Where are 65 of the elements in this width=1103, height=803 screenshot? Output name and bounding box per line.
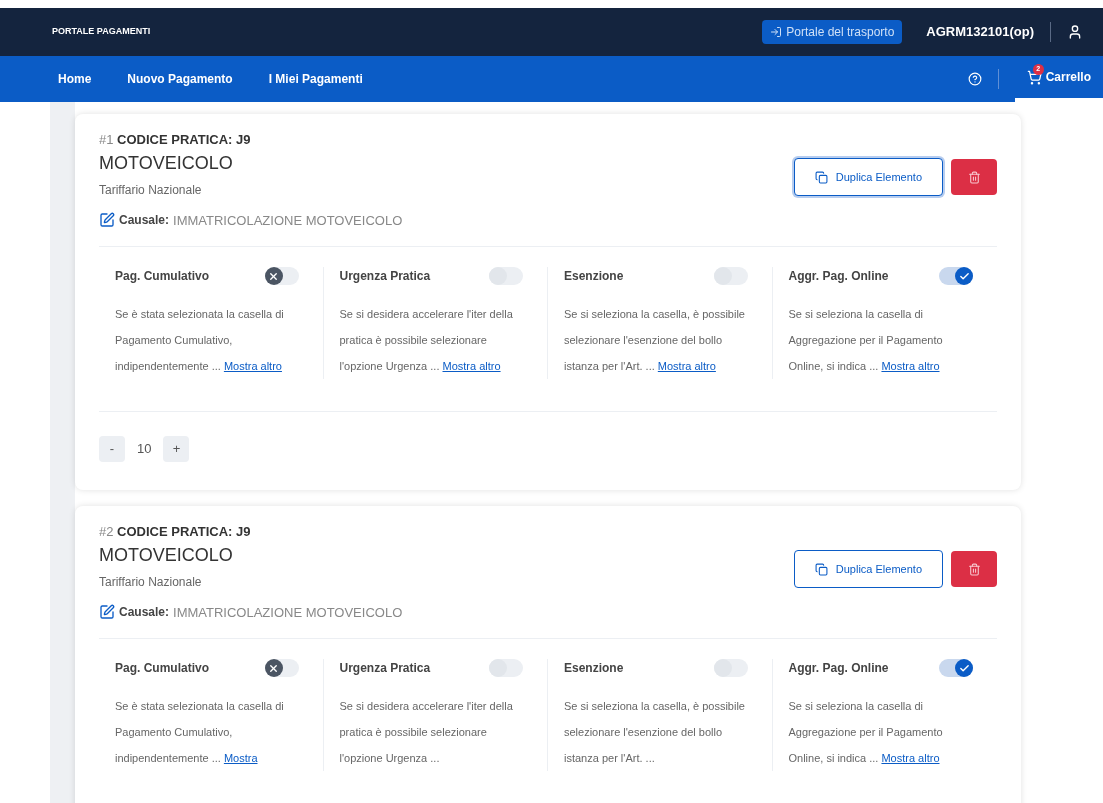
show-more-link[interactable]: Mostra altro xyxy=(657,360,716,372)
option-title: Esenzione xyxy=(564,660,624,677)
duplicate-button[interactable]: Duplica Elemento xyxy=(793,550,943,588)
toggle-switch[interactable] xyxy=(713,659,748,677)
option-description: Se si desidera accelerare l'iter della pratica è possibile selezionare l'opzione Urgenza ... Mostra altro xyxy=(339,307,514,374)
copy-icon xyxy=(814,562,828,576)
option-description: Se è stata selezionata la casella di Pagamento Cumulativo, indipendentemente ... Mostra altro xyxy=(115,307,285,374)
toggle-switch[interactable] xyxy=(264,659,299,677)
toggle-switch[interactable] xyxy=(939,267,973,285)
user-code: AGRM132101(op) xyxy=(926,23,1034,42)
edit-icon[interactable] xyxy=(99,212,115,229)
practice-code: #2 CODICE PRATICA: J9 xyxy=(99,523,252,541)
quantity-value: 10 xyxy=(136,440,153,459)
edit-icon[interactable] xyxy=(99,604,115,621)
vehicle-title: MOTOVEICOLO xyxy=(99,543,234,567)
option-title: Urgenza Pratica xyxy=(339,660,431,677)
tariff-label: Tariffario Nazionale xyxy=(99,181,203,199)
vehicle-title: MOTOVEICOLO xyxy=(99,151,234,175)
help-icon[interactable] xyxy=(967,72,982,86)
delete-button[interactable] xyxy=(951,159,997,195)
causale-value: IMMATRICOLAZIONE MOTOVEICOLO xyxy=(173,603,403,622)
option-description: Se si seleziona la casella, è possibile selezionare l'esenzione del bollo istanza per l'Art. ... xyxy=(564,699,746,766)
toggle-switch[interactable] xyxy=(713,267,748,285)
x-icon xyxy=(268,662,279,674)
trash-icon xyxy=(967,562,981,576)
transport-portal-button[interactable]: Portale del trasporto xyxy=(762,20,903,44)
causale-label: Causale: xyxy=(119,604,170,622)
user-icon[interactable] xyxy=(1067,24,1083,40)
option-description: Se si desidera accelerare l'iter della pratica è possibile selezionare l'opzione Urgenza ... xyxy=(339,699,514,766)
toggle-switch[interactable] xyxy=(489,659,523,677)
nav-link[interactable]: Home xyxy=(58,70,92,88)
option-title: Urgenza Pratica xyxy=(339,268,431,285)
option-description: Se si seleziona la casella di Aggregazione per il Pagamento Online, si indica ... Mostra altro xyxy=(788,699,944,766)
tariff-label: Tariffario Nazionale xyxy=(99,573,203,591)
decrement-button[interactable]: - xyxy=(99,436,125,462)
show-more-link[interactable]: Mostra altro xyxy=(223,360,282,372)
x-icon xyxy=(268,270,279,282)
option-description: Se si seleziona la casella di Aggregazione per il Pagamento Online, si indica ... Mostra altro xyxy=(788,307,944,374)
option-title: Aggr. Pag. Online xyxy=(788,268,889,285)
cart-icon xyxy=(1026,69,1042,85)
practice-code: #1 CODICE PRATICA: J9 xyxy=(99,131,252,149)
option-description: Se si seleziona la casella, è possibile selezionare l'esenzione del bollo istanza per l'Art. ... Mostra altro xyxy=(564,307,746,374)
show-more-link[interactable]: Mostra xyxy=(223,752,258,764)
show-more-link[interactable]: Mostra altro xyxy=(881,360,940,372)
trash-icon xyxy=(967,170,981,184)
increment-button[interactable]: + xyxy=(163,436,190,462)
option-title: Esenzione xyxy=(564,268,624,285)
option-title: Pag. Cumulativo xyxy=(115,268,209,285)
toggle-switch[interactable] xyxy=(489,267,523,285)
portal-title: PORTALE PAGAMENTI xyxy=(52,25,151,39)
show-more-link[interactable]: Mostra altro xyxy=(881,752,940,764)
login-icon xyxy=(770,26,783,38)
toggle-switch[interactable] xyxy=(939,659,973,677)
causale-label: Causale: xyxy=(119,212,170,230)
causale-value: IMMATRICOLAZIONE MOTOVEICOLO xyxy=(173,211,403,230)
option-description: Se è stata selezionata la casella di Pagamento Cumulativo, indipendentemente ... Mostra xyxy=(115,699,285,766)
nav-link[interactable]: I Miei Pagamenti xyxy=(268,70,363,88)
duplicate-button[interactable]: Duplica Elemento xyxy=(793,158,943,196)
toggle-switch[interactable] xyxy=(264,267,299,285)
option-title: Aggr. Pag. Online xyxy=(788,660,889,677)
option-title: Pag. Cumulativo xyxy=(115,660,209,677)
copy-icon xyxy=(814,170,828,184)
delete-button[interactable] xyxy=(951,551,997,587)
nav-link[interactable]: Nuovo Pagamento xyxy=(127,70,233,88)
show-more-link[interactable]: Mostra altro xyxy=(442,360,501,372)
